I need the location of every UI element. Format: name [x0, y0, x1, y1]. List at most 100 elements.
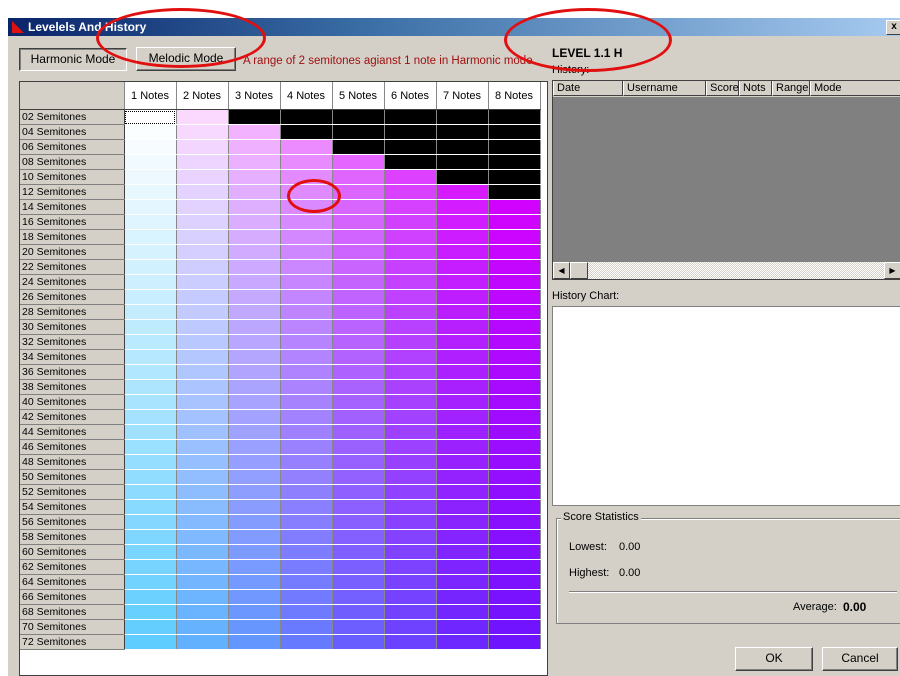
grid-cell[interactable]: [488, 289, 541, 305]
grid-cell[interactable]: [280, 424, 333, 440]
grid-cell[interactable]: [228, 589, 281, 605]
grid-cell[interactable]: [436, 214, 489, 230]
level-grid[interactable]: 1 Notes 2 Notes 3 Notes 4 Notes 5 Notes 6 Not…: [19, 81, 548, 676]
grid-cell[interactable]: [384, 109, 437, 125]
grid-cell[interactable]: [332, 469, 385, 485]
grid-cell[interactable]: [332, 244, 385, 260]
grid-cell[interactable]: [332, 499, 385, 515]
grid-cell[interactable]: [176, 454, 229, 470]
grid-cell[interactable]: [384, 139, 437, 155]
grid-cell[interactable]: [384, 604, 437, 620]
grid-cell[interactable]: [488, 304, 541, 320]
grid-cell[interactable]: [436, 349, 489, 365]
grid-cell[interactable]: [384, 214, 437, 230]
grid-cell[interactable]: [280, 319, 333, 335]
grid-cell[interactable]: [280, 529, 333, 545]
grid-cell[interactable]: [124, 514, 177, 530]
grid-cell[interactable]: [436, 124, 489, 140]
grid-cell[interactable]: [176, 154, 229, 170]
grid-cell[interactable]: [176, 544, 229, 560]
grid-cell[interactable]: [332, 424, 385, 440]
grid-cell[interactable]: [488, 499, 541, 515]
grid-cell[interactable]: [176, 469, 229, 485]
grid-cell[interactable]: [228, 214, 281, 230]
grid-cell[interactable]: [176, 214, 229, 230]
grid-cell[interactable]: [436, 634, 489, 650]
grid-cell[interactable]: [332, 124, 385, 140]
grid-cell[interactable]: [436, 484, 489, 500]
grid-cell[interactable]: [384, 349, 437, 365]
grid-cell[interactable]: [384, 199, 437, 215]
grid-cell[interactable]: [280, 514, 333, 530]
grid-cell[interactable]: [384, 244, 437, 260]
grid-cell[interactable]: [332, 514, 385, 530]
grid-cell[interactable]: [228, 244, 281, 260]
history-column-header[interactable]: Nots: [739, 81, 772, 96]
grid-cell[interactable]: [384, 409, 437, 425]
grid-cell[interactable]: [124, 214, 177, 230]
grid-cell[interactable]: [176, 574, 229, 590]
grid-cell[interactable]: [124, 454, 177, 470]
grid-cell[interactable]: [488, 349, 541, 365]
grid-cell[interactable]: [124, 184, 177, 200]
grid-cell[interactable]: [228, 319, 281, 335]
grid-cell[interactable]: [488, 469, 541, 485]
grid-cell[interactable]: [124, 304, 177, 320]
grid-cell[interactable]: [176, 304, 229, 320]
grid-cell[interactable]: [332, 319, 385, 335]
grid-cell[interactable]: [332, 304, 385, 320]
grid-cell[interactable]: [280, 214, 333, 230]
grid-cell[interactable]: [228, 439, 281, 455]
grid-cell[interactable]: [488, 274, 541, 290]
grid-cell[interactable]: [280, 109, 333, 125]
grid-cell[interactable]: [384, 499, 437, 515]
grid-cell[interactable]: [280, 469, 333, 485]
grid-cell[interactable]: [332, 394, 385, 410]
grid-cell[interactable]: [124, 634, 177, 650]
grid-cell[interactable]: [332, 529, 385, 545]
grid-cell[interactable]: [176, 184, 229, 200]
grid-cell[interactable]: [436, 379, 489, 395]
grid-cell[interactable]: [176, 424, 229, 440]
grid-cell[interactable]: [228, 634, 281, 650]
grid-cell[interactable]: [228, 544, 281, 560]
grid-cell[interactable]: [228, 229, 281, 245]
grid-cell[interactable]: [228, 469, 281, 485]
grid-cell[interactable]: [176, 529, 229, 545]
cancel-button[interactable]: Cancel: [822, 647, 898, 671]
grid-cell[interactable]: [488, 214, 541, 230]
grid-cell[interactable]: [384, 169, 437, 185]
grid-cell[interactable]: [176, 244, 229, 260]
grid-cell[interactable]: [280, 634, 333, 650]
scroll-left-arrow-icon[interactable]: ◀: [553, 262, 570, 279]
grid-cell[interactable]: [332, 349, 385, 365]
grid-cell[interactable]: [436, 574, 489, 590]
grid-cell[interactable]: [332, 604, 385, 620]
grid-cell[interactable]: [228, 424, 281, 440]
grid-cell[interactable]: [488, 574, 541, 590]
grid-cell[interactable]: [176, 139, 229, 155]
grid-cell[interactable]: [124, 424, 177, 440]
grid-cell[interactable]: [436, 559, 489, 575]
grid-cell[interactable]: [124, 574, 177, 590]
grid-cell[interactable]: [332, 334, 385, 350]
close-button[interactable]: x: [886, 20, 900, 35]
grid-cell[interactable]: [384, 439, 437, 455]
history-column-header[interactable]: Range: [772, 81, 810, 96]
grid-cell[interactable]: [436, 529, 489, 545]
grid-cell[interactable]: [436, 394, 489, 410]
grid-cell[interactable]: [228, 364, 281, 380]
grid-cell[interactable]: [332, 589, 385, 605]
grid-cell[interactable]: [488, 424, 541, 440]
grid-cell[interactable]: [176, 364, 229, 380]
grid-cell[interactable]: [124, 589, 177, 605]
grid-cell[interactable]: [436, 169, 489, 185]
grid-cell[interactable]: [124, 484, 177, 500]
grid-cell[interactable]: [332, 409, 385, 425]
grid-cell[interactable]: [436, 364, 489, 380]
grid-cell[interactable]: [176, 199, 229, 215]
grid-cell[interactable]: [384, 364, 437, 380]
grid-cell[interactable]: [488, 244, 541, 260]
grid-cell[interactable]: [436, 409, 489, 425]
grid-cell[interactable]: [436, 229, 489, 245]
